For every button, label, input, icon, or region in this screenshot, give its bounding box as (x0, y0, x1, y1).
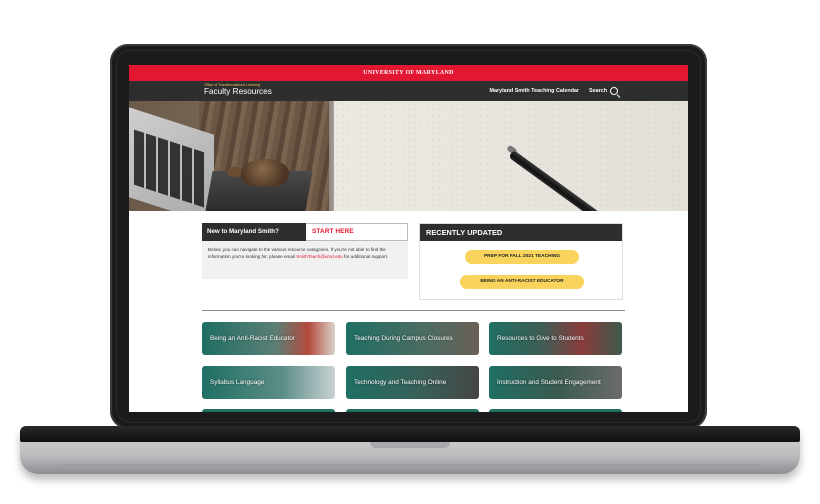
tile-label: Syllabus Language (210, 378, 265, 386)
recent-item-anti-racist[interactable]: BEING AN ANTI-RACIST EDUCATOR (460, 275, 584, 289)
laptop-rim (60, 464, 760, 466)
tile-image (346, 409, 479, 412)
category-tile-partial[interactable] (489, 409, 622, 412)
category-tile-partial[interactable] (346, 409, 479, 412)
laptop-screen: UNIVERSITY OF MARYLAND Office of Transfo… (129, 65, 688, 412)
start-here-link[interactable]: START HERE (306, 223, 408, 241)
laptop-base (20, 426, 800, 474)
search-icon[interactable] (610, 87, 618, 95)
email-link[interactable]: SmithTeach@umd.edu (296, 254, 343, 259)
tile-label: Teaching During Campus Closures (354, 334, 453, 342)
nav-search[interactable]: Search (589, 87, 618, 95)
category-syllabus-language[interactable]: Syllabus Language (202, 366, 335, 399)
site-brand[interactable]: Office of Transformational Learning Facu… (204, 83, 272, 97)
tile-label: Resources to Give to Students (497, 334, 584, 342)
turtle-figurine (241, 159, 289, 187)
recently-updated-box: RECENTLY UPDATED PREP FOR FALL 2021 TEAC… (419, 223, 623, 300)
site-title: Faculty Resources (204, 87, 272, 96)
intro-text: Below, you can navigate to the various r… (202, 241, 408, 265)
tile-image (489, 409, 622, 412)
site-header: Office of Transformational Learning Facu… (129, 81, 688, 101)
category-tile-partial[interactable] (202, 409, 335, 412)
tile-label: Being an Anti-Racist Educator (210, 334, 295, 342)
laptop-notch (370, 442, 450, 448)
hero-image (129, 101, 688, 211)
new-to-smith-label: New to Maryland Smith? (202, 223, 306, 241)
university-bar[interactable]: UNIVERSITY OF MARYLAND (129, 65, 688, 81)
section-divider (202, 310, 625, 311)
recently-updated-heading: RECENTLY UPDATED (420, 224, 622, 241)
nav-links: Maryland Smith Teaching Calendar Search (490, 81, 618, 101)
category-anti-racist-educator[interactable]: Being an Anti-Racist Educator (202, 322, 335, 355)
tile-label: Instruction and Student Engagement (497, 378, 601, 386)
category-instruction-engagement[interactable]: Instruction and Student Engagement (489, 366, 622, 399)
main-content: New to Maryland Smith? START HERE Below,… (129, 211, 688, 412)
laptop-keyboard-deck (20, 426, 800, 442)
nav-teaching-calendar[interactable]: Maryland Smith Teaching Calendar (490, 88, 579, 94)
start-here-box: New to Maryland Smith? START HERE Below,… (202, 223, 408, 279)
tile-label: Technology and Teaching Online (354, 378, 447, 386)
intro-text-end: for additional support. (344, 254, 389, 259)
category-technology-teaching-online[interactable]: Technology and Teaching Online (346, 366, 479, 399)
category-student-resources[interactable]: Resources to Give to Students (489, 322, 622, 355)
category-campus-closures[interactable]: Teaching During Campus Closures (346, 322, 479, 355)
recent-item-fall-2021[interactable]: PREP FOR FALL 2021 TEACHING (465, 250, 579, 264)
search-label: Search (589, 88, 607, 94)
start-here-header: New to Maryland Smith? START HERE (202, 223, 408, 241)
tile-image (202, 409, 335, 412)
